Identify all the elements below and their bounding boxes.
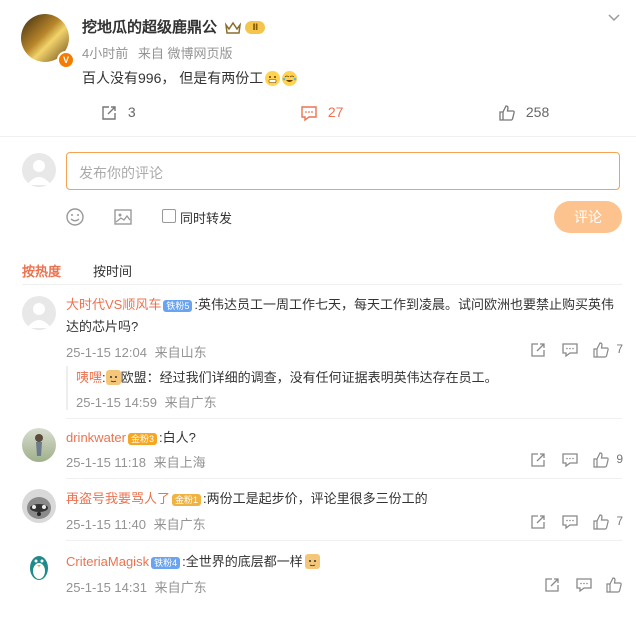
- comment-reply-icon[interactable]: [562, 342, 578, 358]
- commenter-avatar[interactable]: [22, 489, 56, 523]
- submit-comment-button[interactable]: 评论: [554, 201, 622, 233]
- like-count: 258: [525, 104, 550, 120]
- commenter-avatar[interactable]: [22, 550, 56, 584]
- comment-date: 25-1-15 11:40: [66, 517, 146, 532]
- tab-sort-hot[interactable]: 按热度: [22, 261, 61, 280]
- repost-count: 3: [127, 104, 136, 120]
- submit-comment-label: 评论: [574, 209, 602, 225]
- comment-like-button[interactable]: 7: [593, 514, 623, 530]
- list-item: 大时代VS顺风车 铁粉5:英伟达员工一周工作七天，每天工作到凌晨。试问欧洲也要禁止…: [66, 294, 622, 338]
- commenter-name[interactable]: 再盗号我要骂人了: [66, 491, 170, 506]
- more-chevron-icon[interactable]: [606, 9, 622, 25]
- list-item: drinkwater 金粉3:白人?: [66, 427, 622, 449]
- comment-count: 27: [327, 104, 344, 120]
- comment-repost-icon[interactable]: [530, 452, 546, 468]
- also-repost-label: 同时转发: [180, 211, 233, 226]
- comment-like-button[interactable]: 9: [593, 452, 623, 468]
- comment-input[interactable]: 发布你的评论: [66, 152, 620, 190]
- reply-box: 咦嘿: 欧盟：经过我们详细的调查，没有任何证据表明英伟达存在员工。 25-1-15…: [66, 366, 624, 410]
- comment-location: 来自广东: [154, 580, 207, 595]
- comment-reply-icon[interactable]: [562, 514, 578, 530]
- comment-text: :白人?: [158, 430, 196, 445]
- comment-like-button[interactable]: [606, 577, 622, 593]
- emoji-picker-icon[interactable]: [65, 207, 85, 227]
- comment-like-button[interactable]: 7: [593, 342, 623, 358]
- comment-divider: [66, 418, 622, 419]
- comment-date: 25-1-15 11:18: [66, 455, 146, 470]
- fan-badge: 金粉1: [172, 493, 202, 506]
- comment-like-count: 7: [616, 514, 624, 529]
- author-name[interactable]: 挖地瓜的超级鹿鼎公: [82, 19, 217, 36]
- tab-sort-hot-label: 按热度: [22, 264, 62, 279]
- section-divider: [0, 136, 636, 137]
- post-source: 来自 微博网页版: [137, 46, 233, 61]
- grin-emoji-icon: [265, 71, 281, 86]
- comment-location: 来自广东: [153, 517, 206, 532]
- comment-date: 25-1-15 14:31: [66, 580, 147, 595]
- comment-location: 来自山东: [154, 345, 207, 360]
- comment-date: 25-1-15 12:04: [66, 345, 147, 360]
- comment-repost-icon[interactable]: [530, 514, 546, 530]
- fan-badge: 铁粉4: [151, 556, 181, 569]
- comment-text: :全世界的底层都一样: [182, 554, 303, 569]
- comment-button[interactable]: 27: [300, 104, 343, 122]
- comment-icon: [300, 104, 318, 122]
- commenter-name[interactable]: drinkwater: [66, 430, 126, 445]
- comment-repost-icon[interactable]: [530, 342, 546, 358]
- my-avatar: [22, 153, 56, 187]
- thumbs-up-icon: [498, 104, 516, 122]
- comment-divider: [66, 478, 622, 479]
- commenter-name[interactable]: CriteriaMagisk: [66, 554, 149, 569]
- repost-icon: [100, 104, 118, 122]
- reply-text: 欧盟：经过我们详细的调查，没有任何证据表明英伟达存在员工。: [120, 370, 498, 385]
- thumbs-up-icon: [593, 452, 609, 468]
- comment-input-placeholder: 发布你的评论: [79, 165, 163, 181]
- comment-reply-icon[interactable]: [562, 452, 578, 468]
- comment-repost-icon[interactable]: [544, 577, 560, 593]
- reply-author[interactable]: 咦嘿: [76, 370, 102, 385]
- reply-date: 25-1-15 14:59: [76, 395, 157, 410]
- thumbs-up-icon: [593, 342, 609, 358]
- comment-reply-icon[interactable]: [576, 577, 592, 593]
- tabs-divider: [22, 284, 622, 285]
- thumbs-up-icon: [606, 577, 622, 593]
- comment-text: :两份工是起步价，评论里很多三份工的: [203, 491, 428, 506]
- post-time: 4小时前: [82, 46, 129, 61]
- tab-sort-time[interactable]: 按时间: [93, 261, 132, 280]
- list-item: 再盗号我要骂人了 金粉1:两份工是起步价，评论里很多三份工的: [66, 488, 622, 510]
- laugh-tears-emoji-icon: [282, 71, 298, 86]
- comment-location: 来自上海: [153, 455, 206, 470]
- level-badge-icon: Ⅱ: [245, 20, 266, 34]
- doge-emoji-icon: [304, 554, 320, 569]
- reply-location: 来自广东: [164, 395, 217, 410]
- comment-divider: [66, 540, 622, 541]
- commenter-avatar[interactable]: [22, 296, 56, 330]
- repost-button[interactable]: 3: [100, 104, 136, 122]
- crown-icon: [225, 21, 242, 35]
- list-item: CriteriaMagisk 铁粉4:全世界的底层都一样: [66, 551, 622, 573]
- thumbs-up-icon: [593, 514, 609, 530]
- image-upload-icon[interactable]: [113, 207, 133, 227]
- comment-like-count: 7: [616, 342, 624, 357]
- verified-badge-icon: V: [57, 51, 75, 69]
- comment-like-count: 9: [616, 452, 624, 467]
- also-repost-checkbox[interactable]: [162, 209, 176, 223]
- like-button[interactable]: 258: [498, 104, 549, 122]
- doge-emoji-icon: [105, 370, 121, 385]
- commenter-avatar[interactable]: [22, 428, 56, 462]
- commenter-name[interactable]: 大时代VS顺风车: [66, 297, 161, 312]
- tab-sort-time-label: 按时间: [93, 264, 133, 279]
- fan-badge: 铁粉5: [163, 299, 193, 312]
- post-text: 百人没有996， 但是有两份工: [82, 70, 264, 86]
- fan-badge: 金粉3: [127, 432, 157, 445]
